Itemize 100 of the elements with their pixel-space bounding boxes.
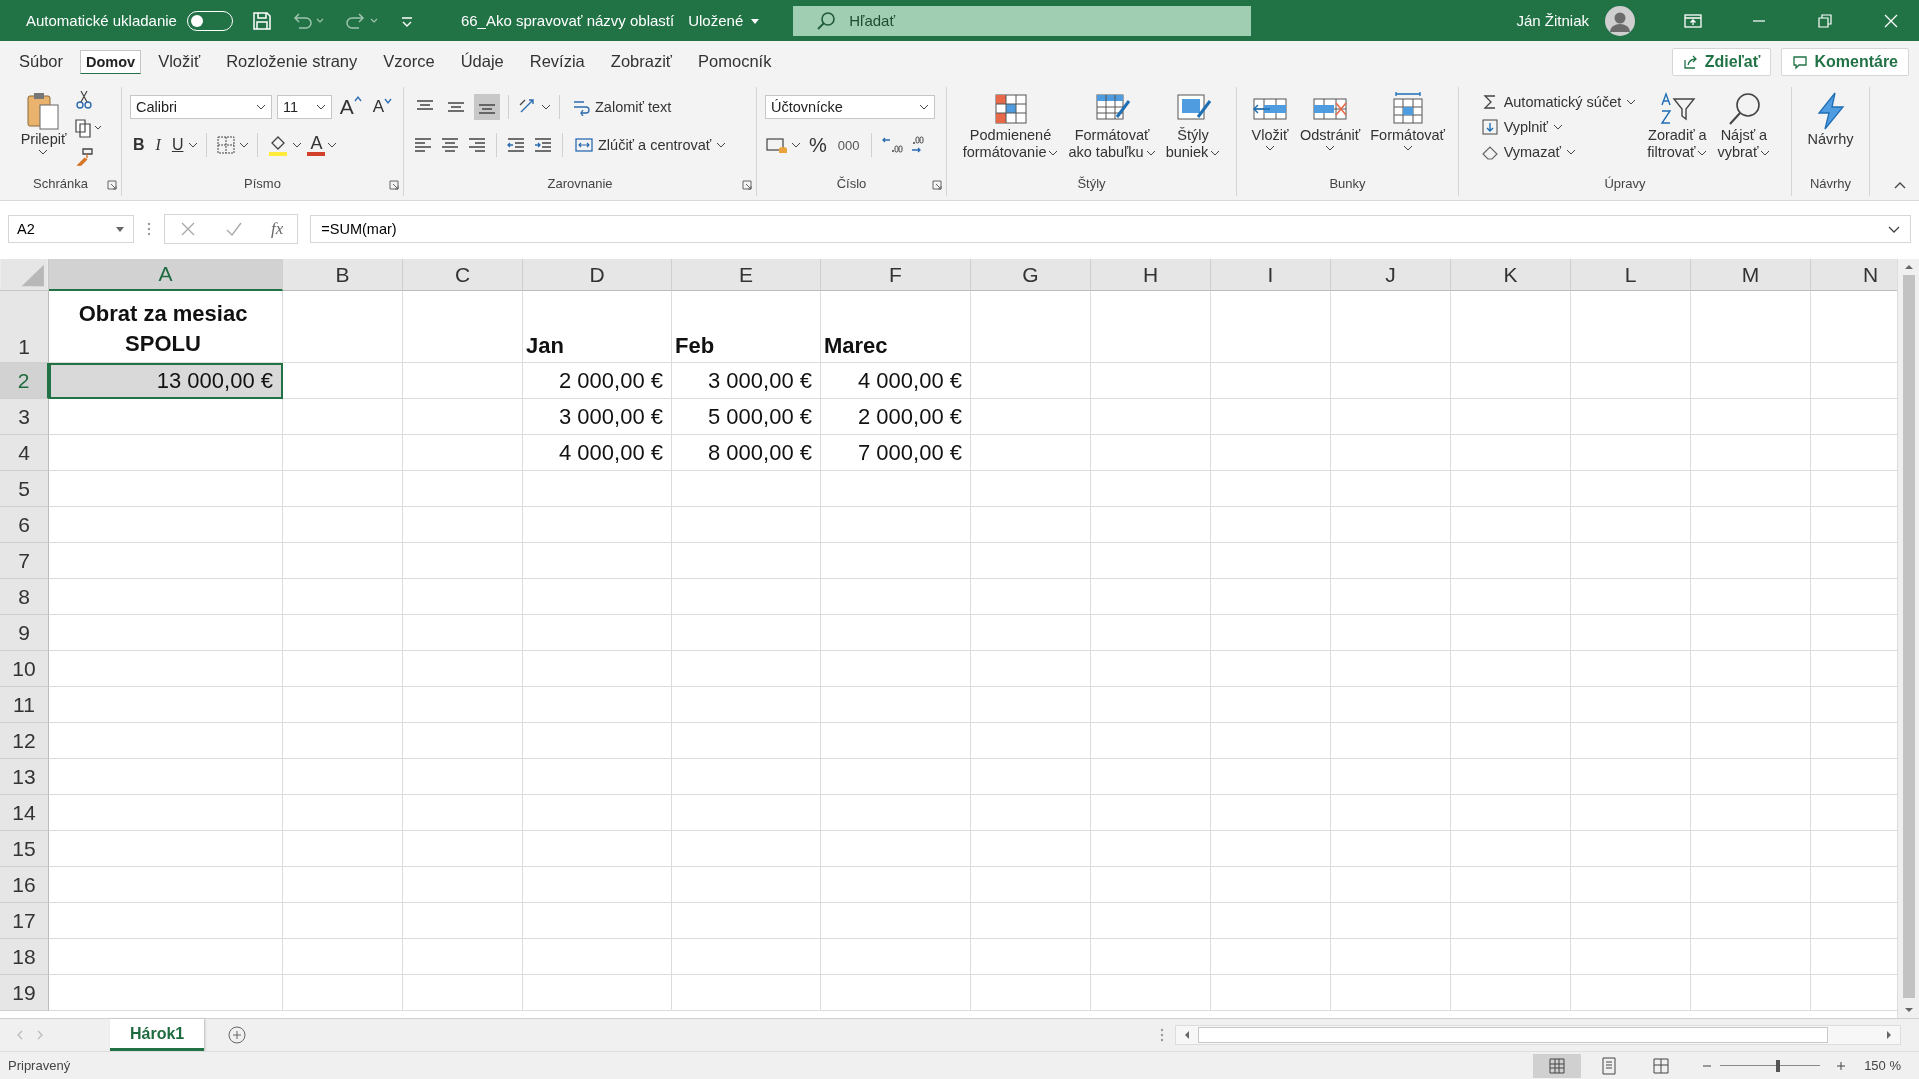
table-cell[interactable] — [523, 471, 672, 507]
table-cell[interactable] — [523, 903, 672, 939]
table-cell[interactable] — [672, 579, 821, 615]
table-cell[interactable] — [403, 831, 523, 867]
table-cell[interactable] — [283, 363, 403, 399]
table-cell[interactable]: 7 000,00 € — [821, 435, 971, 471]
table-cell[interactable] — [1331, 759, 1451, 795]
table-cell[interactable] — [1331, 651, 1451, 687]
increase-font-button[interactable]: A — [336, 95, 365, 119]
row-header[interactable]: 6 — [0, 507, 49, 543]
menu-tab[interactable]: Údaje — [451, 44, 513, 80]
column-header[interactable]: I — [1211, 259, 1331, 291]
table-cell[interactable] — [971, 579, 1091, 615]
table-cell[interactable] — [971, 867, 1091, 903]
table-cell[interactable] — [672, 723, 821, 759]
table-cell[interactable] — [1451, 867, 1571, 903]
table-cell[interactable] — [1331, 723, 1451, 759]
table-cell[interactable] — [1451, 759, 1571, 795]
table-cell[interactable] — [523, 831, 672, 867]
table-cell[interactable] — [1571, 831, 1691, 867]
table-cell[interactable] — [971, 795, 1091, 831]
table-cell[interactable] — [283, 759, 403, 795]
table-cell[interactable] — [1211, 471, 1331, 507]
table-cell[interactable] — [1571, 291, 1691, 363]
table-cell[interactable] — [1211, 615, 1331, 651]
table-cell[interactable] — [1331, 831, 1451, 867]
caret-icon[interactable] — [327, 141, 338, 149]
table-cell[interactable] — [49, 399, 283, 435]
table-cell[interactable] — [1691, 435, 1811, 471]
table-cell[interactable] — [1091, 615, 1211, 651]
table-cell[interactable] — [971, 939, 1091, 975]
user-name[interactable]: Ján Žitniak — [1516, 12, 1589, 29]
active-cell[interactable]: 13 000,00 € — [49, 363, 283, 399]
table-cell[interactable] — [1451, 687, 1571, 723]
table-cell[interactable] — [672, 507, 821, 543]
clear-button[interactable]: Vymazať — [1476, 141, 1580, 163]
table-cell[interactable] — [1691, 543, 1811, 579]
table-cell[interactable] — [1091, 687, 1211, 723]
number-format-dropdown[interactable]: Účtovnícke — [765, 95, 935, 119]
table-cell[interactable] — [523, 795, 672, 831]
table-cell[interactable] — [283, 579, 403, 615]
table-cell[interactable] — [1211, 831, 1331, 867]
table-cell[interactable] — [283, 795, 403, 831]
table-cell[interactable] — [971, 723, 1091, 759]
table-cell[interactable] — [1211, 795, 1331, 831]
table-cell[interactable] — [1091, 543, 1211, 579]
table-cell[interactable] — [971, 831, 1091, 867]
table-cell[interactable]: 5 000,00 € — [672, 399, 821, 435]
menu-tab[interactable]: Rozloženie strany — [217, 44, 367, 80]
table-cell[interactable] — [1691, 759, 1811, 795]
table-cell[interactable] — [403, 939, 523, 975]
table-cell[interactable] — [403, 435, 523, 471]
decrease-font-button[interactable]: A — [369, 97, 395, 117]
menu-tab[interactable]: Súbor — [10, 44, 73, 80]
table-cell[interactable] — [1211, 291, 1331, 363]
row-header[interactable]: 19 — [0, 975, 49, 1011]
conditional-formatting-button[interactable]: Podmienené formátovanie — [959, 89, 1062, 163]
table-cell[interactable] — [1451, 291, 1571, 363]
table-cell[interactable] — [1691, 507, 1811, 543]
column-header[interactable]: J — [1331, 259, 1451, 291]
table-cell[interactable] — [1451, 507, 1571, 543]
table-cell[interactable]: Feb — [672, 291, 821, 363]
table-cell[interactable]: 8 000,00 € — [672, 435, 821, 471]
row-header[interactable]: 4 — [0, 435, 49, 471]
table-cell[interactable] — [821, 867, 971, 903]
row-header[interactable]: 17 — [0, 903, 49, 939]
dialog-launcher-icon[interactable] — [107, 180, 117, 190]
table-cell[interactable] — [1571, 435, 1691, 471]
table-cell[interactable] — [971, 687, 1091, 723]
table-cell[interactable] — [283, 867, 403, 903]
table-cell[interactable] — [1091, 363, 1211, 399]
table-cell[interactable] — [1571, 471, 1691, 507]
table-cell[interactable]: 2 000,00 € — [821, 399, 971, 435]
table-cell[interactable] — [49, 615, 283, 651]
table-cell[interactable] — [523, 939, 672, 975]
table-cell[interactable]: Jan — [523, 291, 672, 363]
column-header[interactable]: A — [49, 259, 283, 291]
table-cell[interactable] — [1691, 651, 1811, 687]
table-cell[interactable] — [971, 471, 1091, 507]
table-cell[interactable] — [1211, 759, 1331, 795]
save-state[interactable]: Uložené — [688, 12, 744, 29]
table-cell[interactable] — [1571, 651, 1691, 687]
zoom-level[interactable]: 150 % — [1864, 1058, 1901, 1073]
table-cell[interactable]: 4 000,00 € — [821, 363, 971, 399]
table-cell[interactable] — [1211, 579, 1331, 615]
table-cell[interactable] — [1211, 903, 1331, 939]
table-cell[interactable] — [403, 579, 523, 615]
table-cell[interactable] — [1211, 399, 1331, 435]
row-header[interactable]: 13 — [0, 759, 49, 795]
table-cell[interactable] — [523, 651, 672, 687]
row-header[interactable]: 9 — [0, 615, 49, 651]
table-cell[interactable] — [1691, 363, 1811, 399]
table-cell[interactable] — [971, 435, 1091, 471]
row-header[interactable]: 2 — [0, 363, 49, 399]
zoom-in-icon[interactable] — [1836, 1060, 1847, 1071]
table-cell[interactable] — [821, 759, 971, 795]
table-cell[interactable] — [1091, 867, 1211, 903]
table-cell[interactable] — [672, 795, 821, 831]
table-cell[interactable] — [283, 831, 403, 867]
table-cell[interactable] — [672, 867, 821, 903]
